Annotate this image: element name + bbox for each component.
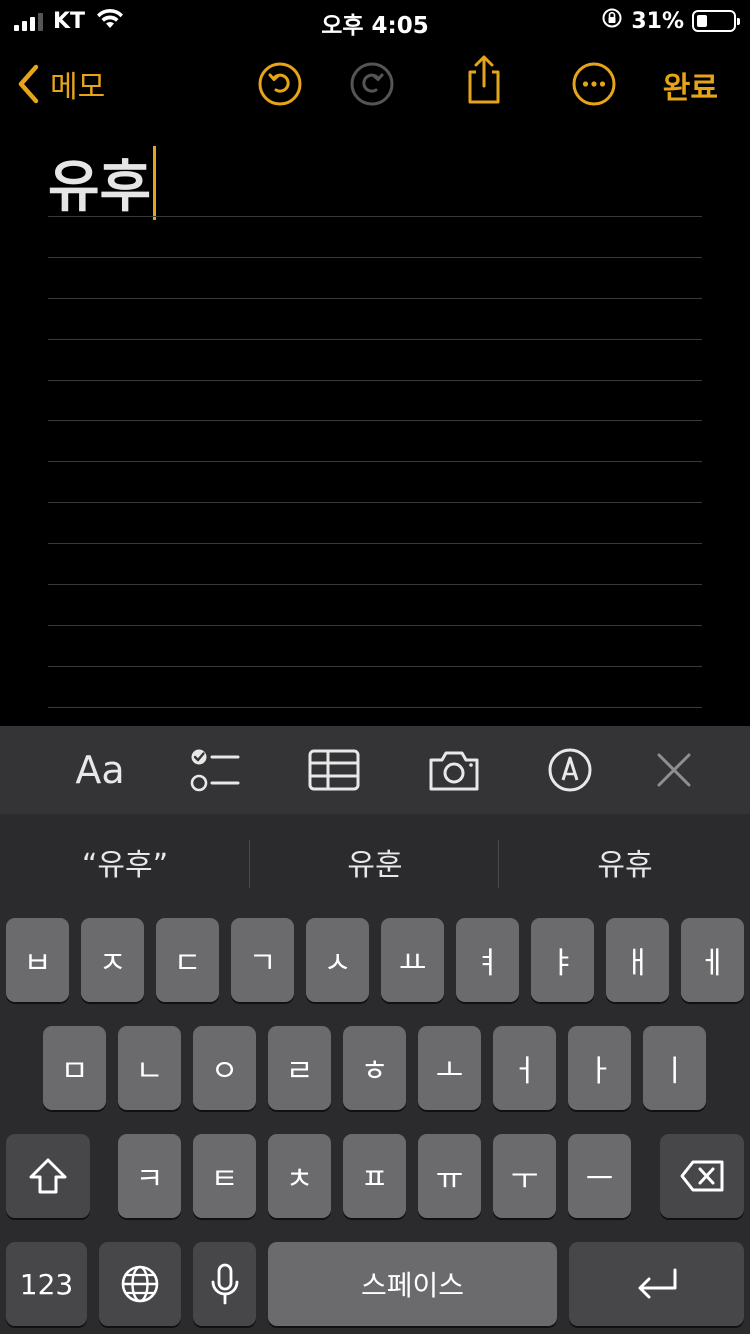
- return-key[interactable]: [569, 1242, 744, 1326]
- key[interactable]: ㅜ: [493, 1134, 556, 1218]
- key[interactable]: ㅗ: [418, 1026, 481, 1110]
- note-title-text: 유후: [48, 155, 152, 220]
- suggestion-item[interactable]: “유후”: [0, 840, 250, 884]
- key[interactable]: ㅅ: [306, 918, 369, 1002]
- orientation-lock-icon: [601, 7, 623, 35]
- key[interactable]: ㅔ: [681, 918, 744, 1002]
- keyboard: “유후” 유훈 유휴 ㅂ ㅈ ㄷ ㄱ ㅅ ㅛ ㅕ ㅑ ㅐ ㅔ ㅁ ㄴ ㅇ ㄹ ㅎ…: [0, 814, 750, 1334]
- more-button[interactable]: [570, 60, 618, 108]
- ruled-line: [48, 707, 702, 708]
- ruled-line: [48, 339, 702, 340]
- key[interactable]: ㅏ: [568, 1026, 631, 1110]
- key[interactable]: ㅁ: [43, 1026, 106, 1110]
- key[interactable]: ㅡ: [568, 1134, 631, 1218]
- ruled-line: [48, 625, 702, 626]
- shift-icon: [29, 1158, 67, 1194]
- suggestion-bar: “유후” 유훈 유휴: [0, 814, 750, 914]
- camera-icon: [429, 751, 479, 791]
- format-toolbar: Aa: [0, 726, 750, 814]
- checklist-button[interactable]: [186, 744, 246, 796]
- key[interactable]: ㅂ: [6, 918, 69, 1002]
- suggestion-item[interactable]: 유훈: [250, 840, 500, 884]
- key[interactable]: ㅋ: [118, 1134, 181, 1218]
- key[interactable]: ㅣ: [643, 1026, 706, 1110]
- backspace-icon: [680, 1160, 724, 1192]
- battery-icon: [692, 10, 740, 32]
- space-key[interactable]: 스페이스: [268, 1242, 557, 1326]
- key[interactable]: ㅕ: [456, 918, 519, 1002]
- ruled-line: [48, 420, 702, 421]
- table-icon: [308, 749, 360, 791]
- key[interactable]: ㅇ: [193, 1026, 256, 1110]
- key[interactable]: ㅑ: [531, 918, 594, 1002]
- key[interactable]: ㅛ: [381, 918, 444, 1002]
- numbers-key[interactable]: 123: [6, 1242, 87, 1326]
- key[interactable]: ㅍ: [343, 1134, 406, 1218]
- ruled-line: [48, 257, 702, 258]
- suggestion-divider: [498, 840, 499, 888]
- key[interactable]: ㅓ: [493, 1026, 556, 1110]
- key[interactable]: ㄱ: [231, 918, 294, 1002]
- status-right: 31%: [601, 7, 740, 35]
- nav-bar: 메모 완료: [0, 50, 750, 120]
- key[interactable]: ㅐ: [606, 918, 669, 1002]
- undo-icon: [258, 62, 302, 106]
- suggestion-item[interactable]: 유휴: [500, 840, 750, 884]
- ruled-line: [48, 502, 702, 503]
- ruled-line: [48, 666, 702, 667]
- table-button[interactable]: [304, 744, 364, 796]
- globe-icon: [121, 1265, 159, 1303]
- key[interactable]: ㄷ: [156, 918, 219, 1002]
- ruled-line: [48, 543, 702, 544]
- key[interactable]: ㅎ: [343, 1026, 406, 1110]
- back-label: 메모: [50, 70, 106, 105]
- text-cursor: [153, 145, 157, 220]
- done-button[interactable]: 완료: [663, 63, 718, 107]
- format-text-button[interactable]: Aa: [70, 744, 130, 796]
- key[interactable]: ㅌ: [193, 1134, 256, 1218]
- ruled-line: [48, 461, 702, 462]
- note-title: 유후: [48, 142, 157, 223]
- key[interactable]: ㄹ: [268, 1026, 331, 1110]
- globe-key[interactable]: [99, 1242, 181, 1326]
- key[interactable]: ㅊ: [268, 1134, 331, 1218]
- camera-button[interactable]: [424, 744, 484, 796]
- shift-key[interactable]: [6, 1134, 90, 1218]
- share-icon: [468, 55, 500, 104]
- chevron-left-icon: [18, 64, 39, 104]
- redo-icon: [350, 62, 394, 106]
- delete-key[interactable]: [660, 1134, 744, 1218]
- ruled-line: [48, 584, 702, 585]
- status-bar: KT 오후 4:05 31%: [0, 0, 750, 40]
- more-icon: [572, 62, 616, 106]
- close-toolbar-button[interactable]: [644, 744, 704, 796]
- undo-button[interactable]: [256, 60, 304, 108]
- microphone-icon: [211, 1263, 238, 1305]
- checklist-icon: [190, 749, 240, 792]
- pen-markup-icon: [548, 748, 592, 792]
- ruled-line: [48, 216, 702, 217]
- redo-button[interactable]: [348, 60, 396, 108]
- ruled-line: [48, 380, 702, 381]
- return-icon: [638, 1268, 676, 1299]
- key[interactable]: ㅈ: [81, 918, 144, 1002]
- key[interactable]: ㅠ: [418, 1134, 481, 1218]
- key[interactable]: ㄴ: [118, 1026, 181, 1110]
- ruled-line: [48, 298, 702, 299]
- battery-percent: 31%: [631, 8, 684, 34]
- close-icon: [657, 753, 691, 787]
- note-editor[interactable]: 유후: [48, 120, 702, 720]
- dictation-key[interactable]: [193, 1242, 256, 1326]
- markup-button[interactable]: [540, 744, 600, 796]
- share-button[interactable]: [460, 55, 508, 104]
- back-button[interactable]: 메모: [16, 62, 105, 106]
